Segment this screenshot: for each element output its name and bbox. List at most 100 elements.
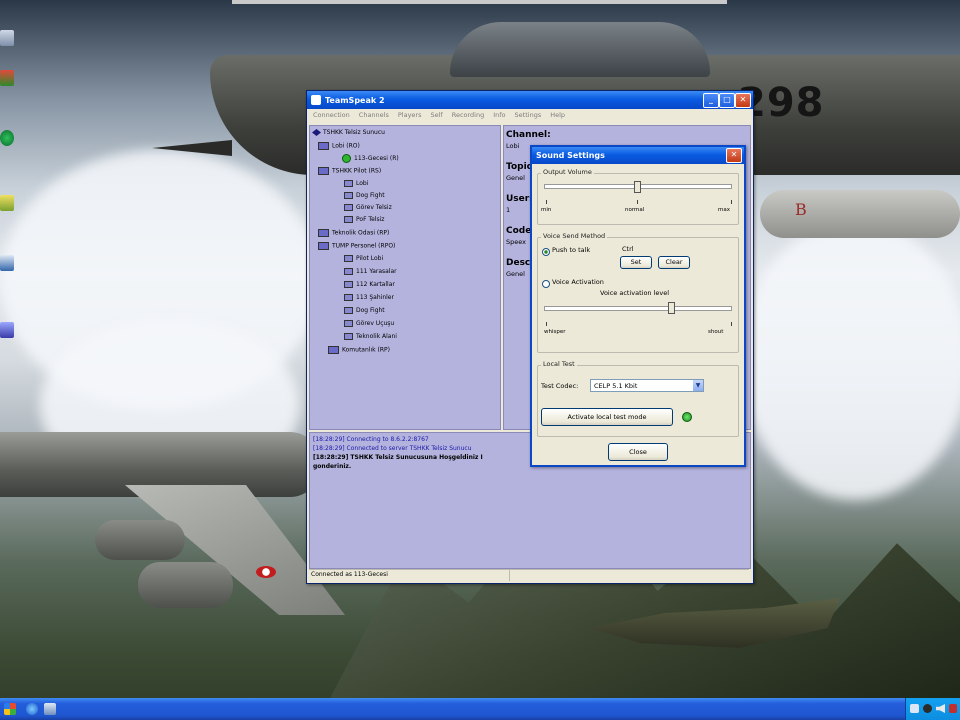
tree-subchannel[interactable]: Dog Fight [344, 307, 385, 315]
menu-channels[interactable]: Channels [359, 109, 389, 121]
tree-subchannel[interactable]: Dog Fight [344, 192, 385, 200]
menu-info[interactable]: Info [493, 109, 505, 121]
close-window-button[interactable]: ✕ [735, 93, 751, 108]
group-label: Local Test [541, 360, 577, 368]
users-value: 1 [506, 206, 511, 214]
windows-logo-icon[interactable] [4, 703, 16, 715]
tree-subchannel[interactable]: 112 Kartallar [344, 281, 395, 289]
set-hotkey-button[interactable]: Set [620, 256, 652, 269]
status-text: Connected as 113-Gecesi [311, 571, 388, 578]
channel-icon [318, 142, 329, 150]
menu-self[interactable]: Self [430, 109, 442, 121]
subchannel-icon [344, 255, 353, 262]
roundel-icon [256, 566, 276, 578]
clear-hotkey-button[interactable]: Clear [658, 256, 690, 269]
activation-level-track[interactable] [544, 306, 732, 311]
tree-label: 113 Şahinler [356, 294, 394, 301]
tree-subchannel[interactable]: 113 Şahinler [344, 294, 394, 302]
group-label: Voice Send Method [541, 232, 608, 240]
activation-level-thumb[interactable] [668, 302, 675, 314]
tree-subchannel[interactable]: Teknolik Alani [344, 333, 397, 341]
topic-value: Genel [506, 174, 525, 182]
subchannel-icon [344, 320, 353, 327]
tree-channel[interactable]: TSHKK Pilot (RS) [318, 167, 381, 176]
menu-players[interactable]: Players [398, 109, 422, 121]
taskbar [0, 698, 960, 720]
subchannel-icon [344, 192, 353, 199]
log-line: [18:28:29] Connected to server TSHKK Tel… [313, 445, 472, 452]
tree-subchannel[interactable]: Pilot Lobi [344, 255, 383, 263]
group-label: Output Volume [541, 168, 594, 176]
log-line: [18:28:29] TSHKK Telsiz Sunucusuna Hoşge… [313, 454, 483, 461]
tree-label: Görev Uçuşu [356, 320, 395, 327]
tree-channel[interactable]: TUMP Personel (RPO) [318, 242, 395, 251]
quick-launch [0, 698, 70, 720]
subchannel-icon [344, 268, 353, 275]
tree-label: Komutanlık (RP) [342, 346, 390, 354]
output-volume-thumb[interactable] [634, 181, 641, 193]
status-bar: Connected as 113-Gecesi [309, 569, 749, 581]
close-button[interactable]: Close [608, 443, 668, 461]
jet-fuel-tank [760, 190, 960, 238]
tree-channel[interactable]: Teknolik Odasi (RP) [318, 229, 389, 238]
tree-label: TSHKK Pilot (RS) [332, 167, 382, 175]
tick-label-shout: shout [708, 329, 724, 335]
tree-label: 112 Kartallar [356, 281, 395, 288]
channel-tree[interactable]: TSHKK Telsiz Sunucu Lobi (RO) 113-Gecesi… [309, 125, 501, 430]
subchannel-icon [344, 294, 353, 301]
tanker-engine [95, 520, 185, 560]
menu-recording[interactable]: Recording [452, 109, 485, 121]
close-dialog-button[interactable]: ✕ [726, 148, 742, 163]
test-codec-select[interactable]: CELP 5.1 Kbit ▼ [590, 379, 704, 392]
tree-subchannel[interactable]: PoF Telsiz [344, 216, 384, 224]
channel-icon [318, 167, 329, 175]
tray-security-icon[interactable] [949, 704, 957, 713]
tray-network-icon[interactable] [910, 704, 919, 713]
desktop-shortcut-icon[interactable] [0, 195, 14, 211]
menu-connection[interactable]: Connection [313, 109, 350, 121]
desktop-shortcut-icon[interactable] [0, 322, 14, 338]
tree-label: 113-Gecesi (R) [354, 155, 399, 162]
dialog-titlebar[interactable]: Sound Settings ✕ [532, 147, 744, 164]
maximize-button[interactable]: □ [719, 93, 735, 108]
top-strip [232, 0, 727, 4]
tray-teamspeak-icon[interactable] [923, 704, 932, 713]
desktop-shortcut-icon[interactable] [0, 30, 14, 46]
tree-server[interactable]: TSHKK Telsiz Sunucu [312, 129, 385, 137]
desktop-shortcut-icon[interactable] [0, 255, 14, 271]
tree-subchannel[interactable]: Görev Uçuşu [344, 320, 394, 328]
desktop-shortcut-icon[interactable] [0, 130, 14, 146]
tree-player[interactable]: 113-Gecesi (R) [342, 154, 399, 163]
tree-channel[interactable]: Lobi (RO) [318, 142, 360, 151]
teamspeak-titlebar[interactable]: TeamSpeak 2 _ □ ✕ [307, 91, 753, 109]
tree-channel[interactable]: Komutanlık (RP) [328, 346, 390, 355]
voice-activation-radio[interactable] [542, 280, 550, 288]
tray-volume-icon[interactable] [936, 704, 945, 713]
chevron-down-icon[interactable]: ▼ [693, 380, 703, 391]
tree-label: Teknolik Alani [356, 333, 397, 340]
channel-icon [318, 229, 329, 237]
test-codec-label: Test Codec: [541, 382, 579, 390]
push-to-talk-radio[interactable] [542, 248, 550, 256]
tree-subchannel[interactable]: 111 Yarasalar [344, 268, 397, 276]
tick-label-max: max [718, 207, 730, 213]
show-desktop-icon[interactable] [44, 703, 56, 715]
status-divider [509, 570, 510, 581]
tree-label: Görev Telsiz [356, 204, 392, 211]
tick-marks [546, 200, 732, 204]
browser-icon[interactable] [26, 703, 38, 715]
channel-icon [318, 242, 329, 250]
tree-subchannel[interactable]: Görev Telsiz [344, 204, 392, 212]
desktop-shortcut-icon[interactable] [0, 70, 14, 86]
menu-settings[interactable]: Settings [515, 109, 542, 121]
log-line: [18:28:29] Connecting to 8.6.2.2:8767 [313, 436, 429, 443]
tree-label: TSHKK Telsiz Sunucu [323, 129, 385, 136]
menu-help[interactable]: Help [550, 109, 565, 121]
window-title: TeamSpeak 2 [325, 95, 385, 105]
minimize-button[interactable]: _ [703, 93, 719, 108]
server-icon [312, 129, 321, 136]
activate-local-test-button[interactable]: Activate local test mode [541, 408, 673, 426]
subchannel-icon [344, 180, 353, 187]
tick-center [637, 200, 638, 204]
tree-subchannel[interactable]: Lobi [344, 180, 368, 188]
